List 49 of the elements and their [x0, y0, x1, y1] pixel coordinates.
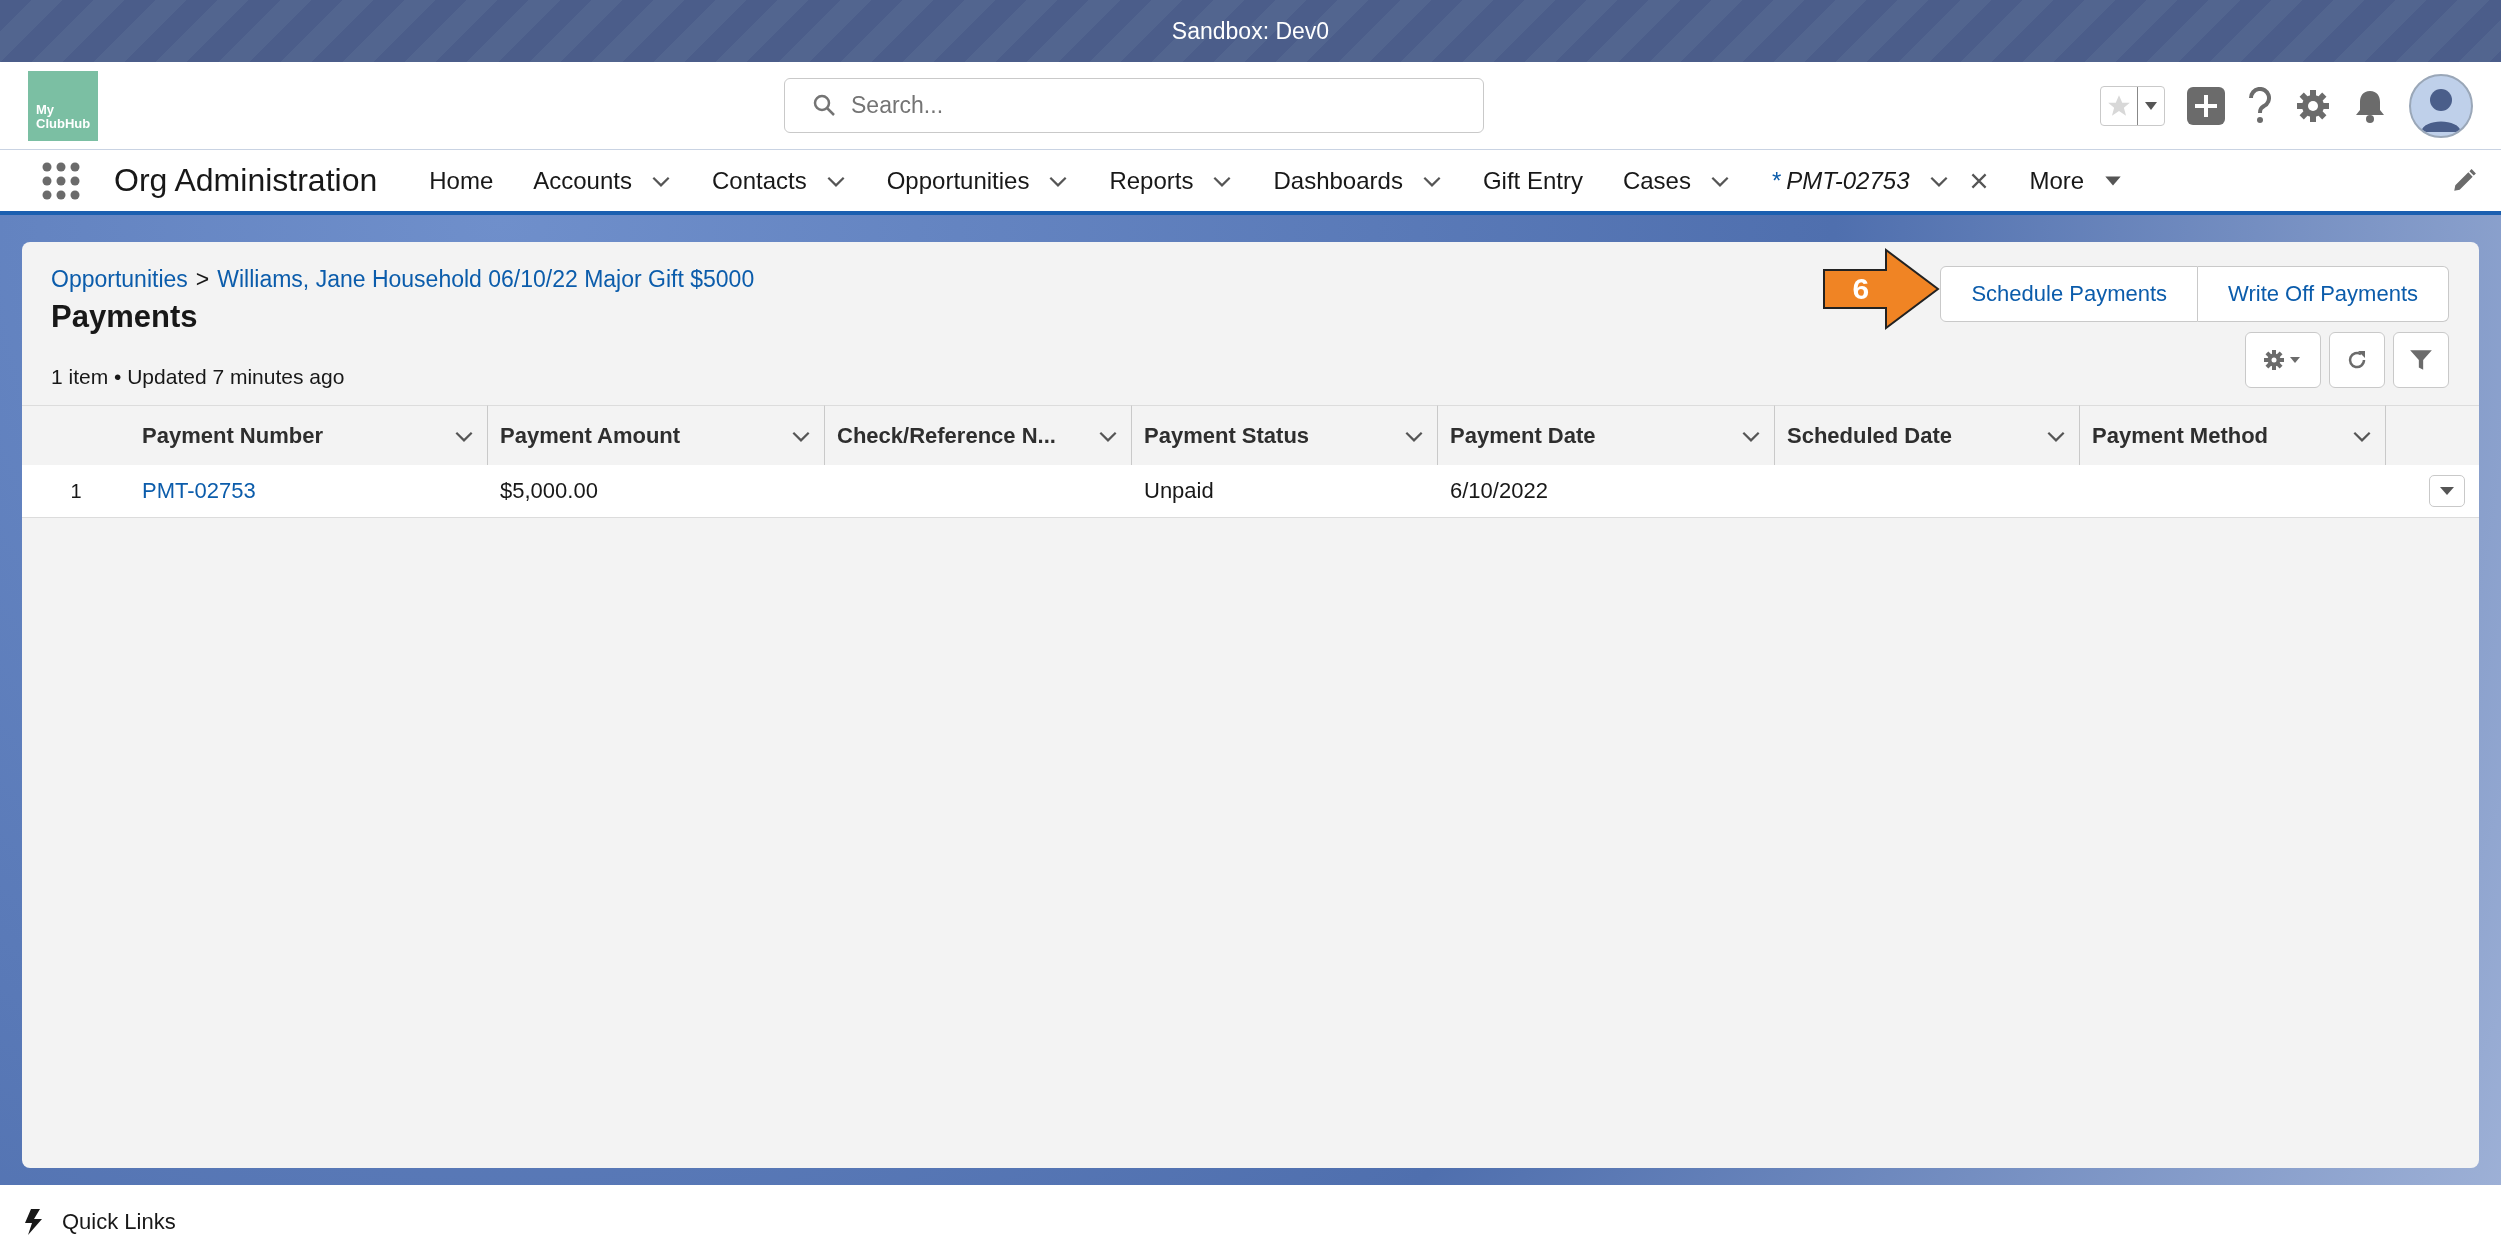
table-cell: 6/10/2022 — [1438, 465, 1775, 518]
nav-tab[interactable]: Home — [429, 166, 494, 195]
step-callout-arrow: 6 — [1822, 248, 1941, 330]
list-settings-button[interactable] — [2245, 332, 2321, 388]
edit-icon[interactable] — [2451, 167, 2477, 194]
nav-tab[interactable]: Contacts — [711, 166, 807, 195]
breadcrumb-separator: > — [195, 266, 210, 293]
column-header[interactable]: Check/Reference N... — [825, 405, 1132, 465]
help-icon[interactable] — [2247, 86, 2273, 125]
app-launcher-icon[interactable] — [42, 161, 80, 200]
column-header[interactable]: Payment Method — [2080, 405, 2386, 465]
sandbox-title: Sandbox: Dev0 — [1171, 17, 1330, 45]
nav-tab[interactable]: * PMT-02753 — [1770, 166, 1910, 195]
row-actions-button[interactable] — [2429, 475, 2465, 507]
nav-tab[interactable]: Accounts — [533, 166, 632, 195]
gear-icon — [2263, 349, 2303, 371]
caret-down-icon — [2439, 486, 2455, 496]
table-cell: Unpaid — [1132, 465, 1438, 518]
column-header[interactable]: Scheduled Date — [1775, 405, 2080, 465]
nav-tab[interactable]: Cases — [1622, 166, 1691, 195]
search-icon — [812, 93, 836, 117]
nav-tab[interactable]: Dashboards — [1273, 166, 1403, 195]
breadcrumb-link[interactable]: Williams, Jane Household 06/10/22 Major Gift $5000 — [217, 266, 755, 293]
row-number: 1 — [22, 465, 130, 518]
nav-tab[interactable]: Opportunities — [886, 166, 1030, 195]
quick-links-label[interactable]: Quick Links — [62, 1208, 176, 1235]
list-status-text: 1 item • Updated 7 minutes ago — [51, 365, 346, 389]
favorites-button[interactable] — [2100, 85, 2165, 126]
action-button[interactable]: Write Off Payments — [2198, 266, 2449, 322]
column-header[interactable]: Payment Date — [1438, 405, 1775, 465]
nav-tab[interactable]: Gift Entry — [1482, 166, 1583, 195]
record-link[interactable]: PMT-02753 — [142, 478, 256, 504]
breadcrumb-link[interactable]: Opportunities — [51, 266, 188, 293]
search-field[interactable]: Search... — [784, 78, 1484, 133]
lightning-icon — [22, 1207, 44, 1236]
nav-tab[interactable]: More — [2029, 166, 2085, 195]
page-title: Payments — [51, 299, 199, 335]
filter-button[interactable] — [2393, 332, 2449, 388]
nav-tab[interactable]: Reports — [1109, 166, 1194, 195]
column-header[interactable]: Payment Status — [1132, 405, 1438, 465]
column-header[interactable]: Payment Amount — [488, 405, 825, 465]
app-name: Org Administration — [114, 162, 378, 199]
refresh-button[interactable] — [2329, 332, 2385, 388]
settings-icon[interactable] — [2295, 87, 2331, 124]
action-button[interactable]: Schedule Payments — [1940, 266, 2199, 322]
table-cell: $5,000.00 — [488, 465, 825, 518]
column-header[interactable]: Payment Number — [130, 405, 488, 465]
add-icon[interactable] — [2187, 86, 2225, 125]
caret-down-icon — [2144, 100, 2158, 111]
